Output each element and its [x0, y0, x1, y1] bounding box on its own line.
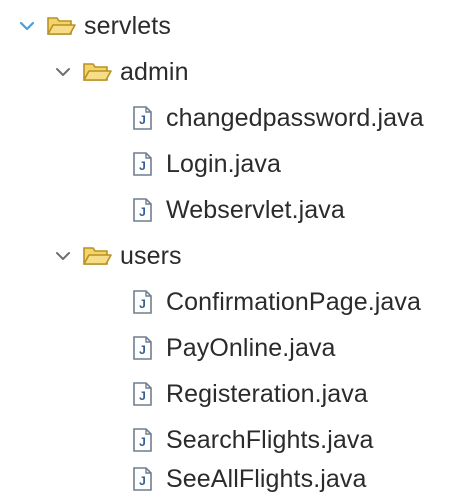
java-file-icon: J: [130, 427, 154, 453]
tree-node-servlets[interactable]: servlets: [18, 3, 171, 49]
tree-node-login-java[interactable]: J Login.java: [130, 141, 281, 187]
svg-text:J: J: [139, 297, 146, 311]
tree-node-label: SeeAllFlights.java: [166, 465, 367, 493]
tree-node-admin[interactable]: admin: [54, 49, 189, 95]
java-file-icon: J: [130, 105, 154, 131]
chevron-down-icon[interactable]: [18, 17, 36, 35]
svg-text:J: J: [139, 159, 146, 173]
project-tree: servlets admin J changedpassword.java J …: [0, 0, 471, 502]
tree-node-seeallflights-java[interactable]: J SeeAllFlights.java: [130, 456, 367, 502]
tree-node-changedpassword-java[interactable]: J changedpassword.java: [130, 95, 424, 141]
tree-node-label: admin: [120, 58, 189, 86]
folder-open-icon: [82, 60, 112, 84]
tree-node-label: Login.java: [166, 150, 281, 178]
tree-node-label: changedpassword.java: [166, 104, 424, 132]
tree-node-payonline-java[interactable]: J PayOnline.java: [130, 325, 336, 371]
java-file-icon: J: [130, 151, 154, 177]
svg-text:J: J: [139, 435, 146, 449]
tree-node-label: PayOnline.java: [166, 334, 336, 362]
java-file-icon: J: [130, 289, 154, 315]
tree-node-webservlet-java[interactable]: J Webservlet.java: [130, 187, 345, 233]
java-file-icon: J: [130, 197, 154, 223]
svg-text:J: J: [139, 205, 146, 219]
tree-node-label: ConfirmationPage.java: [166, 288, 422, 316]
folder-open-icon: [82, 244, 112, 268]
tree-node-label: users: [120, 242, 182, 270]
java-file-icon: J: [130, 466, 154, 492]
tree-node-users[interactable]: users: [54, 233, 182, 279]
tree-node-confirmationpage-java[interactable]: J ConfirmationPage.java: [130, 279, 421, 325]
svg-text:J: J: [139, 389, 146, 403]
chevron-down-icon[interactable]: [54, 247, 72, 265]
folder-open-icon: [46, 14, 76, 38]
chevron-down-icon[interactable]: [54, 63, 72, 81]
tree-node-registeration-java[interactable]: J Registeration.java: [130, 371, 368, 417]
tree-node-label: servlets: [84, 12, 171, 40]
svg-text:J: J: [139, 474, 146, 488]
tree-node-label: Registeration.java: [166, 380, 368, 408]
svg-text:J: J: [139, 113, 146, 127]
java-file-icon: J: [130, 335, 154, 361]
java-file-icon: J: [130, 381, 154, 407]
svg-text:J: J: [139, 343, 146, 357]
tree-node-label: Webservlet.java: [166, 196, 345, 224]
